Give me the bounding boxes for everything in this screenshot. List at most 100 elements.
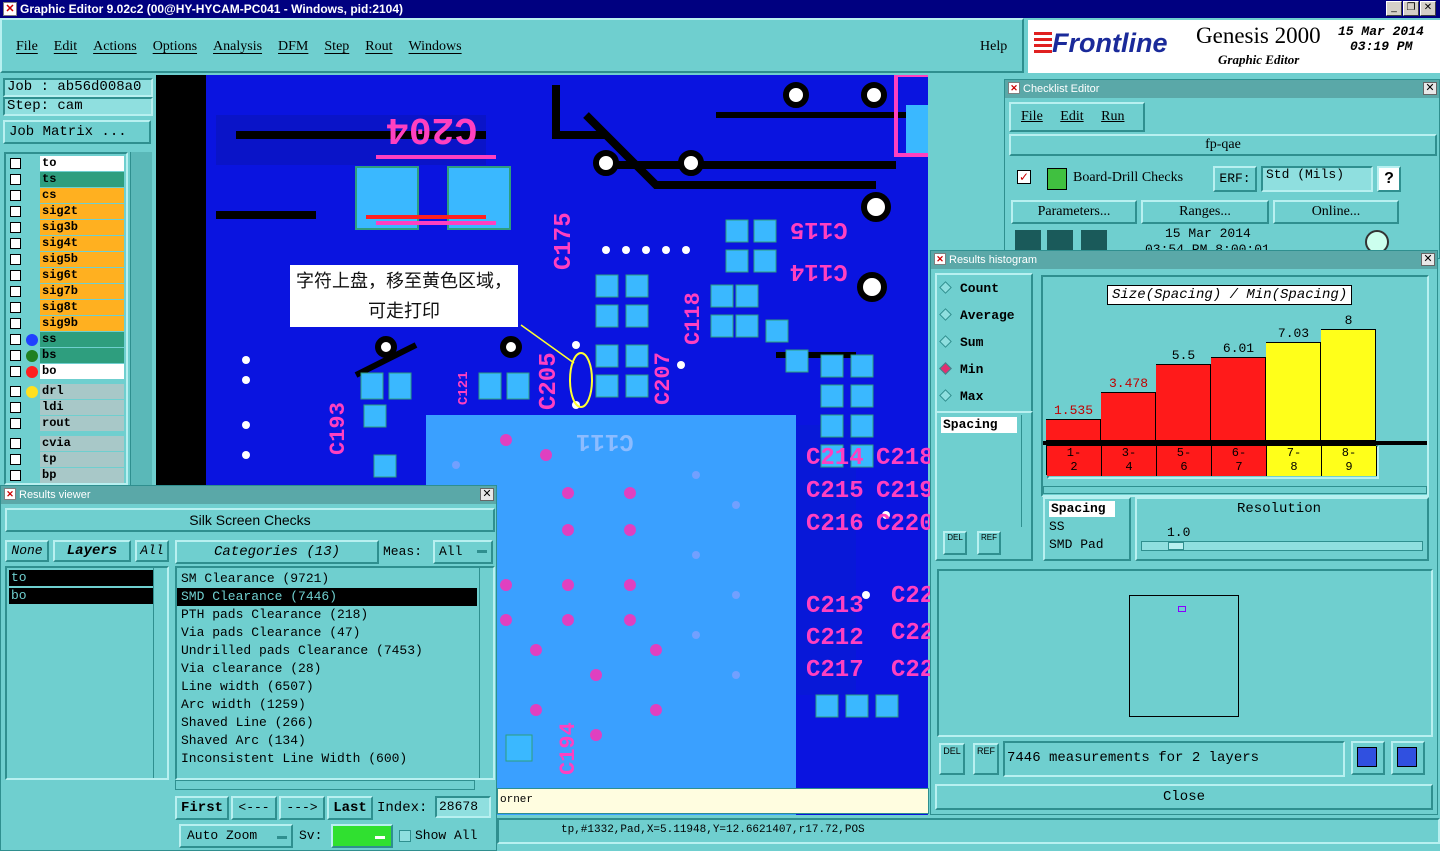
layer-name[interactable]: sig8t	[40, 300, 124, 315]
ref-button[interactable]: REF	[977, 531, 1001, 555]
layer-list-scrollbar[interactable]	[130, 152, 152, 485]
layer-name[interactable]: bp	[40, 468, 124, 483]
categories-scrollbar[interactable]	[479, 568, 493, 778]
menu-item-step[interactable]: Step	[324, 39, 349, 54]
del-button[interactable]: DEL	[939, 743, 965, 775]
close-icon[interactable]: ✕	[1423, 82, 1437, 95]
histogram-bar[interactable]	[1211, 356, 1266, 440]
histogram-bar[interactable]	[1046, 418, 1101, 440]
maximize-button[interactable]: ❐	[1403, 1, 1419, 16]
layer-name[interactable]: sig6t	[40, 268, 124, 283]
mode-radio-sum[interactable]: Sum	[939, 335, 983, 350]
layer-name[interactable]: ss	[40, 332, 124, 347]
mode-radio-max[interactable]: Max	[939, 389, 983, 404]
layer-row-sig7b[interactable]: sig7b	[8, 284, 124, 299]
category-item[interactable]: Line width (6507)	[177, 678, 477, 696]
layer-name[interactable]: tp	[40, 452, 124, 467]
help-menu[interactable]: Help	[980, 39, 1007, 55]
layer-name[interactable]: rout	[40, 416, 124, 431]
layer-checkbox[interactable]	[10, 402, 21, 413]
category-item[interactable]: Inconsistent Line Width (600)	[177, 750, 477, 768]
checklist-menu-file[interactable]: File	[1021, 109, 1043, 124]
menu-item-rout[interactable]: Rout	[365, 39, 392, 54]
category-item[interactable]: Arc width (1259)	[177, 696, 477, 714]
ranges-button[interactable]: Ranges...	[1141, 200, 1269, 224]
mode-radio-min[interactable]: Min	[939, 362, 983, 377]
parameters-button[interactable]: Parameters...	[1011, 200, 1137, 224]
layer-row-sig2t[interactable]: sig2t	[8, 204, 124, 219]
layer-checkbox[interactable]	[10, 470, 21, 481]
ref-button[interactable]: REF	[973, 743, 999, 775]
category-item[interactable]: Via clearance (28)	[177, 660, 477, 678]
layer-checkbox[interactable]	[10, 366, 21, 377]
layer-row-sig5b[interactable]: sig5b	[8, 252, 124, 267]
layer-name[interactable]: to	[40, 156, 124, 171]
layer-name[interactable]: sig2t	[40, 204, 124, 219]
meas-dropdown[interactable]: All	[433, 540, 493, 564]
layer-checkbox[interactable]	[10, 270, 21, 281]
layer-row-bo[interactable]: bo	[8, 364, 124, 379]
layer-checkbox[interactable]	[10, 438, 21, 449]
categories-h-scrollbar[interactable]	[175, 780, 475, 790]
layer-row-sig8t[interactable]: sig8t	[8, 300, 124, 315]
close-button[interactable]: Close	[935, 784, 1433, 810]
layer-name[interactable]: drl	[40, 384, 124, 399]
layer-name[interactable]: cs	[40, 188, 124, 203]
field-list-item[interactable]: Spacing	[941, 417, 1017, 433]
checklist-menu-edit[interactable]: Edit	[1060, 109, 1083, 124]
menu-item-analysis[interactable]: Analysis	[213, 39, 262, 54]
layer-checkbox[interactable]	[10, 158, 21, 169]
erf-button[interactable]: ERF:	[1213, 166, 1257, 192]
layer-result-item[interactable]: to	[9, 570, 153, 586]
layer-row-sig4t[interactable]: sig4t	[8, 236, 124, 251]
minimize-button[interactable]: _	[1386, 1, 1402, 16]
layer-row-cvia[interactable]: cvia	[8, 436, 124, 451]
resolution-slider[interactable]	[1141, 541, 1423, 551]
job-matrix-button[interactable]: Job Matrix ...	[3, 120, 151, 144]
layer-checkbox[interactable]	[10, 418, 21, 429]
type-item[interactable]: SMD Pad	[1049, 537, 1104, 552]
layer-row-rout[interactable]: rout	[8, 416, 124, 431]
layer-row-drl[interactable]: drl	[8, 384, 124, 399]
layer-row-bs[interactable]: bs	[8, 348, 124, 363]
layers-button[interactable]: Layers	[53, 540, 131, 562]
layer-checkbox[interactable]	[10, 454, 21, 465]
categories-button[interactable]: Categories (13)	[175, 540, 379, 564]
layer-name[interactable]: sig4t	[40, 236, 124, 251]
layer-name[interactable]: bo	[40, 364, 124, 379]
menu-item-file[interactable]: File	[16, 39, 38, 54]
type-item[interactable]: SS	[1049, 519, 1065, 534]
layer-checkbox[interactable]	[10, 222, 21, 233]
layer-checkbox[interactable]	[10, 206, 21, 217]
category-item[interactable]: SMD Clearance (7446)	[177, 588, 477, 606]
auto-zoom-dropdown[interactable]: Auto Zoom	[179, 824, 293, 848]
menu-item-dfm[interactable]: DFM	[278, 39, 308, 54]
category-item[interactable]: Via pads Clearance (47)	[177, 624, 477, 642]
checkbox-checked-icon[interactable]: ✓	[1017, 170, 1031, 184]
layer-name[interactable]: ts	[40, 172, 124, 187]
del-button[interactable]: DEL	[943, 531, 967, 555]
layer-row-sig9b[interactable]: sig9b	[8, 316, 124, 331]
histogram-bar[interactable]	[1101, 391, 1156, 440]
mode-radio-count[interactable]: Count	[939, 281, 999, 296]
mode-radio-average[interactable]: Average	[939, 308, 1015, 323]
layer-result-item[interactable]: bo	[9, 588, 153, 604]
show-all-checkbox[interactable]	[399, 830, 411, 842]
next-button[interactable]: --->	[279, 796, 325, 820]
histogram-bar[interactable]	[1321, 329, 1376, 440]
all-button[interactable]: All	[135, 540, 169, 562]
menu-item-windows[interactable]: Windows	[409, 39, 462, 54]
sv-dropdown[interactable]	[331, 824, 393, 848]
layer-checkbox[interactable]	[10, 174, 21, 185]
menu-item-edit[interactable]: Edit	[54, 39, 77, 54]
checklist-menu-run[interactable]: Run	[1101, 109, 1124, 124]
layer-checkbox[interactable]	[10, 386, 21, 397]
histogram-bar[interactable]	[1266, 342, 1321, 440]
menu-item-options[interactable]: Options	[153, 39, 197, 54]
layer-results-scrollbar[interactable]	[153, 568, 167, 778]
menu-item-actions[interactable]: Actions	[93, 39, 137, 54]
none-button[interactable]: None	[5, 540, 49, 562]
layer-checkbox[interactable]	[10, 254, 21, 265]
layer-name[interactable]: ldi	[40, 400, 124, 415]
index-input[interactable]: 28678	[435, 796, 491, 818]
